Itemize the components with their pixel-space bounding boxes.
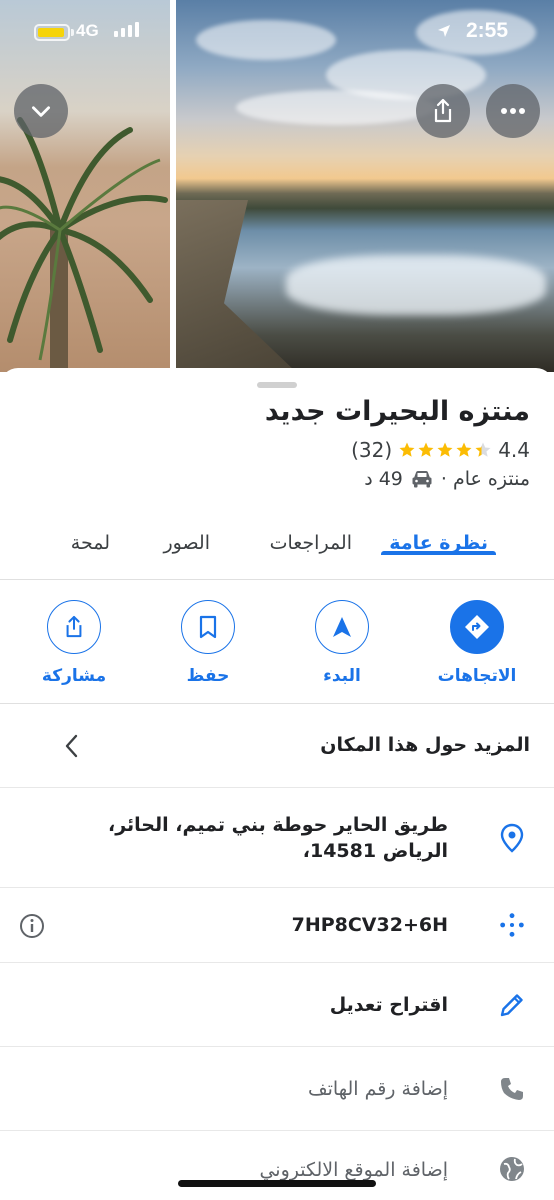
star-icon (475, 442, 491, 457)
share-button[interactable]: مشاركة (19, 600, 129, 686)
globe-icon (498, 1155, 526, 1183)
directions-button[interactable]: الاتجاهات (422, 600, 532, 686)
place-category: منتزه عام · (440, 468, 530, 490)
navigation-arrow-icon (333, 617, 351, 637)
directions-label: الاتجاهات (437, 666, 517, 686)
more-options-button[interactable] (486, 84, 540, 138)
pencil-icon (498, 991, 526, 1019)
action-buttons: الاتجاهات البدء حفظ مشاركة (0, 596, 554, 704)
add-website-row[interactable]: إضافة الموقع الالكتروني (0, 1131, 554, 1200)
address-line-2: الرياض 14581، (302, 840, 448, 862)
suggest-edit-row[interactable]: اقتراح تعديل (0, 963, 554, 1047)
location-arrow-icon (438, 25, 450, 37)
address-line-1: طريق الحاير حوطة بني تميم، الحائر، (107, 814, 448, 836)
star-icon (437, 442, 453, 457)
meta-row: منتزه عام · 49 د (364, 468, 530, 490)
share-photo-button[interactable] (416, 84, 470, 138)
more-about-row[interactable]: المزيد حول هذا المكان (0, 704, 554, 788)
more-horizontal-icon (501, 108, 525, 114)
battery-icon (34, 24, 70, 41)
address-text: طريق الحاير حوطة بني تميم، الحائر، الريا… (108, 812, 448, 864)
star-icon (399, 442, 415, 457)
drag-handle[interactable] (257, 382, 297, 388)
star-icon (456, 442, 472, 457)
chevron-left-icon (65, 734, 78, 758)
location-pin-icon (498, 823, 526, 853)
home-indicator[interactable] (178, 1180, 376, 1187)
plus-code-icon (498, 911, 526, 939)
info-icon[interactable] (18, 912, 46, 940)
active-tab-indicator (381, 551, 496, 555)
rating-row[interactable]: 4.4 (32) (351, 438, 530, 462)
bookmark-icon (199, 615, 217, 639)
collapse-button[interactable] (14, 84, 68, 138)
start-button[interactable]: البدء (287, 600, 397, 686)
directions-icon (465, 615, 489, 639)
start-label: البدء (323, 666, 361, 686)
drive-time: 49 د (364, 468, 403, 490)
place-title: منتزه البحيرات جديد (264, 396, 530, 427)
plus-code-text: 7HP8CV32+6H (291, 914, 448, 936)
tab-reviews[interactable]: المراجعات (270, 528, 352, 554)
save-label: حفظ (186, 666, 230, 686)
network-label: 4G (76, 21, 99, 40)
rating-stars (398, 441, 492, 459)
tab-photos[interactable]: الصور (163, 528, 210, 554)
car-icon (412, 471, 432, 488)
tab-bar: نظرة عامة المراجعات الصور لمحة (0, 528, 554, 580)
photo-gallery[interactable]: 4G 2:55 (0, 0, 554, 372)
add-phone-text: إضافة رقم الهاتف (307, 1078, 448, 1100)
more-about-label: المزيد حول هذا المكان (320, 734, 530, 756)
rating-value: 4.4 (498, 438, 530, 462)
star-icon (418, 442, 434, 457)
suggest-edit-text: اقتراح تعديل (329, 994, 448, 1016)
phone-icon (498, 1075, 526, 1103)
plus-code-row[interactable]: 7HP8CV32+6H (0, 888, 554, 963)
share-label: مشاركة (41, 666, 107, 686)
save-button[interactable]: حفظ (153, 600, 263, 686)
signal-icon (114, 22, 139, 37)
share-icon (66, 615, 82, 638)
palm-tree-image (0, 117, 168, 370)
tab-overview[interactable]: نظرة عامة (381, 528, 496, 555)
tab-about[interactable]: لمحة (71, 528, 110, 554)
clock: 2:55 (465, 19, 508, 42)
chevron-down-icon (32, 106, 50, 117)
review-count: (32) (351, 438, 393, 462)
address-row[interactable]: طريق الحاير حوطة بني تميم، الحائر، الريا… (0, 788, 554, 888)
status-bar: 4G 2:55 (0, 0, 554, 62)
share-icon (434, 98, 452, 123)
add-phone-row[interactable]: إضافة رقم الهاتف (0, 1047, 554, 1131)
place-sheet: منتزه البحيرات جديد 4.4 (32) منتزه عام ·… (0, 368, 554, 1200)
